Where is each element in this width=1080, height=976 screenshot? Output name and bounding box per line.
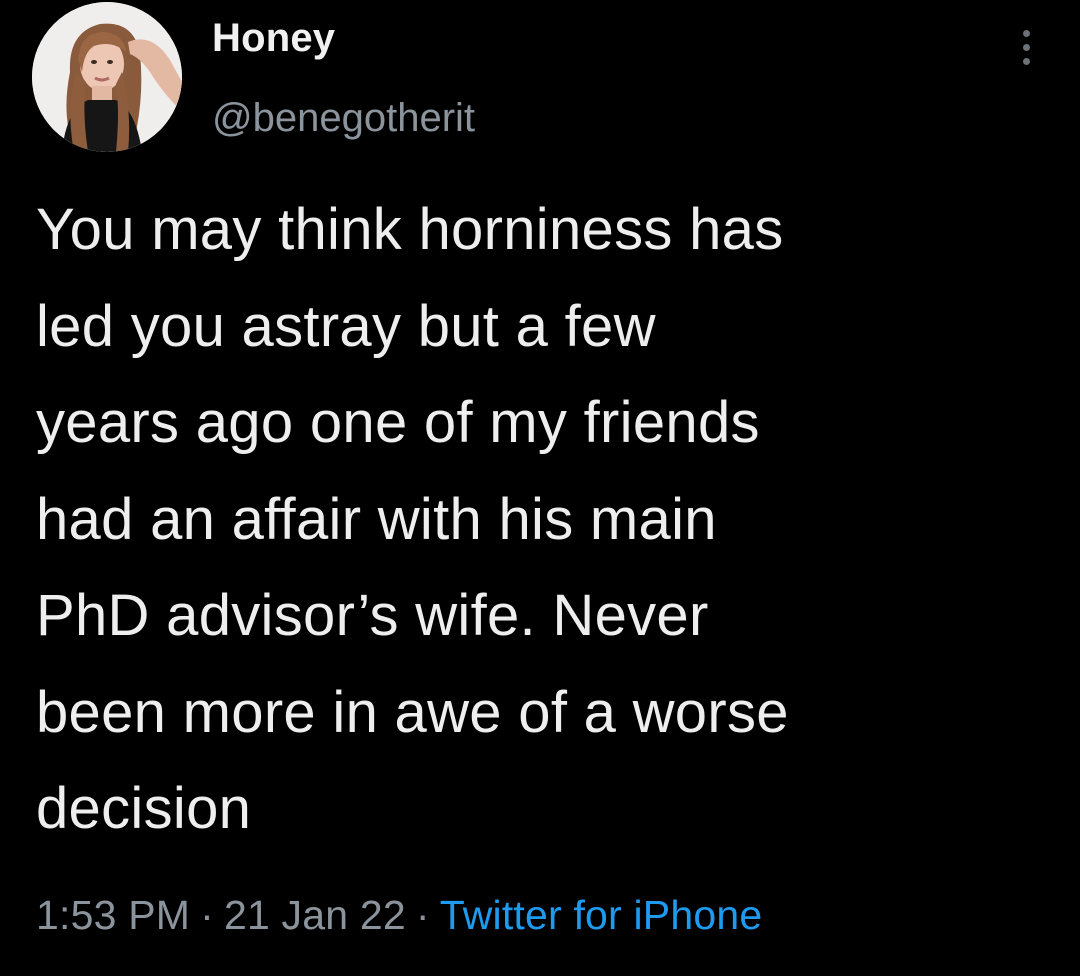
author-handle[interactable]: @benegotherit	[212, 96, 475, 141]
more-vertical-icon	[1023, 30, 1030, 37]
separator: ·	[415, 892, 430, 938]
tweet-card: Honey @benegotherit You may think hornin…	[0, 0, 1080, 976]
author-display-name[interactable]: Honey	[212, 16, 335, 61]
separator: ·	[200, 892, 214, 938]
profile-photo-icon	[32, 2, 182, 152]
more-options-button[interactable]	[1006, 20, 1046, 76]
tweet-time[interactable]: 1:53 PM	[36, 892, 190, 938]
tweet-source-link[interactable]: Twitter for iPhone	[440, 892, 763, 938]
tweet-metadata: 1:53 PM · 21 Jan 22 · Twitter for iPhone	[36, 892, 762, 939]
avatar[interactable]	[32, 2, 182, 152]
more-vertical-icon-dot	[1023, 44, 1030, 51]
tweet-text: You may think horniness has led you astr…	[36, 197, 789, 841]
more-vertical-icon-dot	[1023, 58, 1030, 65]
tweet-date[interactable]: 21 Jan 22	[224, 892, 406, 938]
